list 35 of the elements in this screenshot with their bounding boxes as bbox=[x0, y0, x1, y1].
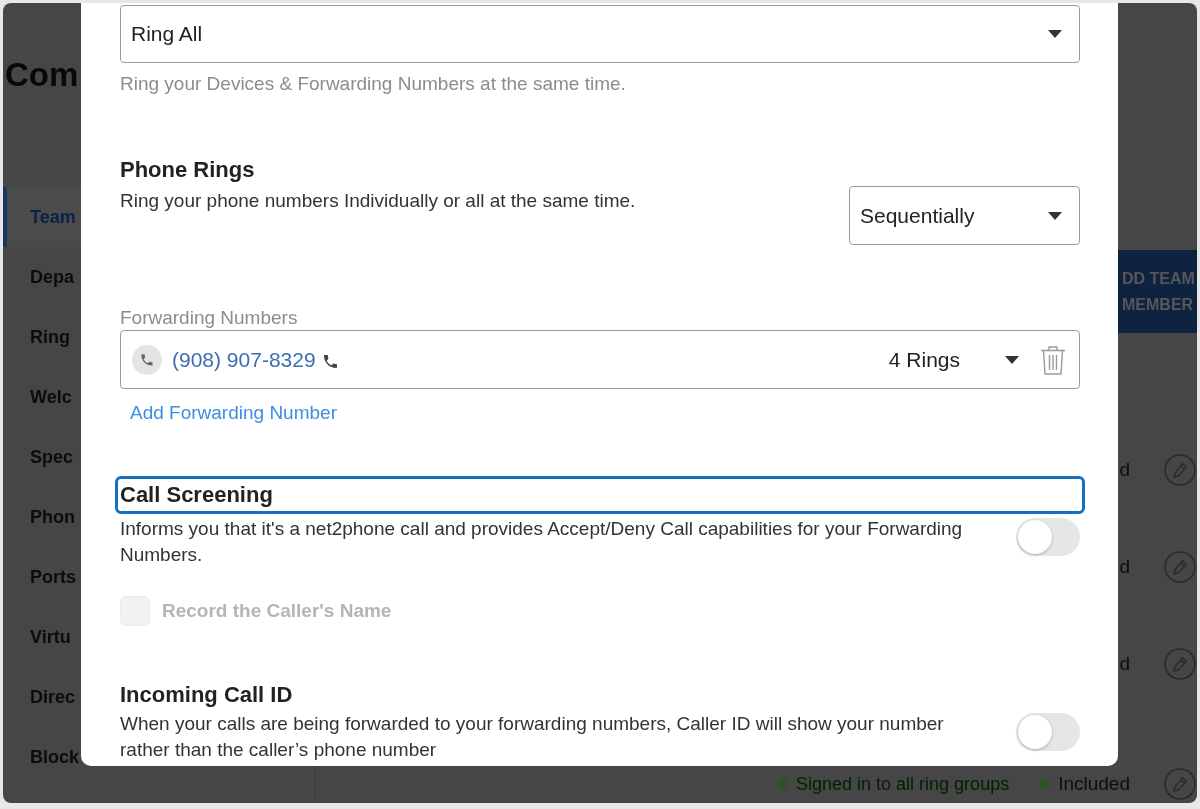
section-heading: Call Screening bbox=[115, 476, 1085, 514]
phone-rings-dropdown[interactable]: Sequentially bbox=[849, 186, 1080, 245]
section-heading: Phone Rings bbox=[120, 156, 256, 184]
caret-icon bbox=[1048, 30, 1062, 38]
rings-dropdown[interactable]: 4 Rings bbox=[888, 347, 1019, 372]
trash-icon[interactable] bbox=[1040, 344, 1066, 375]
table-cell: d bbox=[1119, 555, 1130, 578]
section-description: Ring your phone numbers Individually or all at the same time. bbox=[120, 189, 636, 212]
add-forwarding-link[interactable]: Add Forwarding Number bbox=[130, 402, 337, 424]
phone-number-link[interactable]: (908) 907-8329 bbox=[172, 347, 316, 372]
checkbox-label: Record the Caller's Name bbox=[162, 600, 392, 622]
toggle-switch[interactable] bbox=[1016, 518, 1080, 556]
caret-icon bbox=[1048, 211, 1062, 220]
pencil-icon[interactable] bbox=[1164, 768, 1196, 800]
table-cell: Included bbox=[1058, 773, 1130, 795]
status-dot-icon bbox=[778, 779, 788, 789]
caret-icon bbox=[1005, 355, 1019, 364]
pencil-icon[interactable] bbox=[1164, 453, 1196, 486]
status-dot-icon bbox=[1040, 779, 1051, 789]
phone-icon bbox=[132, 344, 162, 375]
table-cell: d bbox=[1119, 458, 1130, 481]
field-label: Forwarding Numbers bbox=[120, 307, 299, 329]
hint-text: Ring your Devices & Forwarding Numbers at the same time. bbox=[120, 73, 627, 95]
section-heading: Incoming Call ID bbox=[120, 681, 294, 709]
pencil-icon[interactable] bbox=[1164, 647, 1196, 680]
section-description: When your calls are being forwarded to your forwarding numbers, Caller ID will show your number rather than the caller’s phone number bbox=[120, 712, 945, 762]
table-cell: d bbox=[1119, 652, 1130, 675]
page-title: Com bbox=[4, 55, 79, 95]
add-member-button[interactable]: DD TEAM MEMBER bbox=[1118, 250, 1197, 333]
status-text: Signed in to all ring groups bbox=[796, 773, 1010, 795]
section-description: Informs you that it's a net2phone call and provides Accept/Deny Call capabilities for your Forwarding Numbers. bbox=[120, 517, 964, 567]
toggle-switch[interactable] bbox=[1016, 713, 1080, 751]
phone-icon bbox=[323, 355, 337, 368]
pencil-icon[interactable] bbox=[1164, 550, 1196, 583]
ring-mode-dropdown[interactable]: Ring All bbox=[120, 5, 1080, 63]
